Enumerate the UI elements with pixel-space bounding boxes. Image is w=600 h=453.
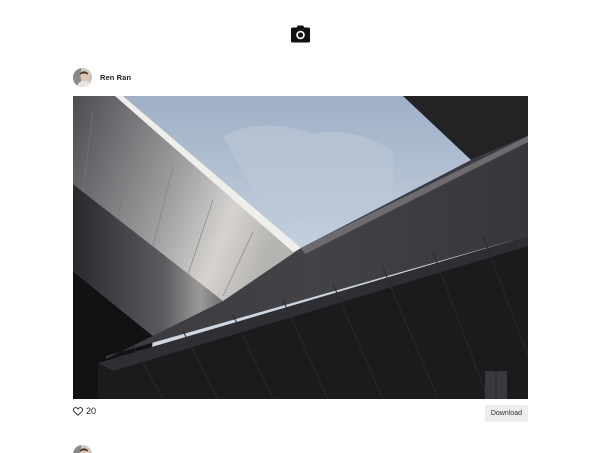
avatar[interactable] (73, 68, 92, 87)
feed-page: Ren Ran 20 Download (0, 0, 600, 453)
post-photo[interactable] (73, 96, 528, 399)
next-post-avatar[interactable] (73, 445, 92, 453)
architecture-photo (73, 96, 528, 399)
download-button[interactable]: Download (484, 405, 528, 422)
like-count: 20 (86, 406, 97, 416)
post-header: Ren Ran (73, 68, 131, 87)
avatar-image (73, 445, 92, 453)
like-button[interactable]: 20 (73, 406, 96, 416)
post-footer: 20 Download (73, 405, 528, 422)
author-name[interactable]: Ren Ran (100, 73, 131, 82)
heart-icon[interactable] (73, 406, 83, 416)
avatar-image (73, 68, 92, 87)
camera-icon[interactable] (290, 24, 311, 44)
